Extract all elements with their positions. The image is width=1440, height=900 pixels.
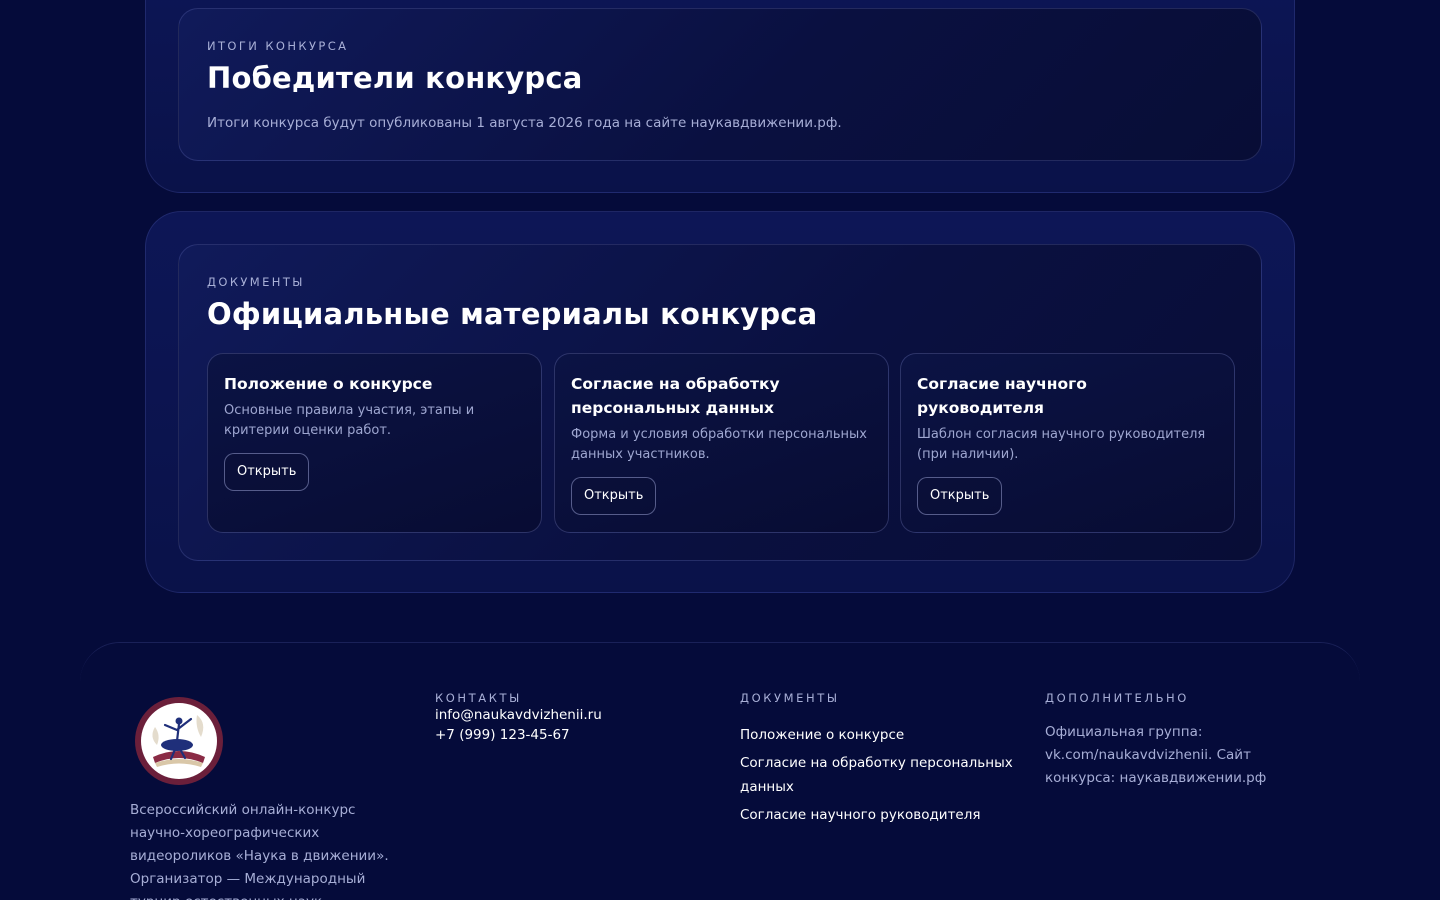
- open-personal-data-button[interactable]: Открыть: [571, 477, 657, 515]
- footer-extra: ДОПОЛНИТЕЛЬНО Официальная группа: vk.com…: [1045, 691, 1325, 790]
- footer-link-supervisor-consent[interactable]: Согласие научного руководителя: [740, 803, 1020, 827]
- document-card-title: Положение о конкурсе: [224, 375, 433, 393]
- footer-documents: ДОКУМЕНТЫ Положение о конкурсе Согласие …: [740, 691, 1020, 827]
- results-section: ИТОГИ КОНКУРСА Победители конкурса Итоги…: [145, 0, 1295, 193]
- results-eyebrow: ИТОГИ КОНКУРСА: [207, 39, 349, 53]
- footer-link-personal-data[interactable]: Согласие на обработку персональных данны…: [740, 751, 1020, 799]
- footer-link-regulations[interactable]: Положение о конкурсе: [740, 723, 1020, 747]
- results-card: ИТОГИ КОНКУРСА Победители конкурса Итоги…: [178, 8, 1262, 161]
- footer-extra-text: Официальная группа: vk.com/naukavdvizhen…: [1045, 724, 1267, 786]
- document-card-personal-data: Согласие на обработку персональных данны…: [554, 353, 889, 533]
- contest-logo: [135, 697, 223, 785]
- documents-eyebrow: ДОКУМЕНТЫ: [207, 275, 305, 289]
- documents-title: Официальные материалы конкурса: [207, 297, 818, 331]
- footer-documents-heading: ДОКУМЕНТЫ: [740, 691, 840, 705]
- open-supervisor-consent-button[interactable]: Открыть: [917, 477, 1003, 515]
- document-card-regulations: Положение о конкурсе Основные правила уч…: [207, 353, 542, 533]
- footer-email-link[interactable]: info@naukavdvizhenii.ru: [435, 705, 715, 725]
- document-cards: Положение о конкурсе Основные правила уч…: [207, 353, 1235, 533]
- results-title: Победители конкурса: [207, 61, 583, 95]
- open-regulations-button[interactable]: Открыть: [224, 453, 310, 491]
- document-card-description: Шаблон согласия научного руководителя (п…: [917, 427, 1206, 462]
- document-card-supervisor-consent: Согласие научного руководителя Шаблон со…: [900, 353, 1235, 533]
- dancer-logo-icon: [141, 703, 217, 779]
- document-card-description: Основные правила участия, этапы и критер…: [224, 403, 475, 438]
- footer-about-text: Всероссийский онлайн-конкурс научно-хоре…: [130, 802, 389, 900]
- site-footer: Всероссийский онлайн-конкурс научно-хоре…: [80, 642, 1360, 900]
- document-card-description: Форма и условия обработки персональных д…: [571, 427, 867, 462]
- documents-card: ДОКУМЕНТЫ Официальные материалы конкурса…: [178, 244, 1262, 561]
- footer-contacts-heading: КОНТАКТЫ: [435, 691, 522, 705]
- document-card-title: Согласие на обработку персональных данны…: [571, 375, 780, 417]
- documents-section: ДОКУМЕНТЫ Официальные материалы конкурса…: [145, 211, 1295, 593]
- results-description: Итоги конкурса будут опубликованы 1 авгу…: [207, 115, 842, 131]
- document-card-title: Согласие научного руководителя: [917, 375, 1087, 417]
- footer-phone-link[interactable]: +7 (999) 123-45-67: [435, 725, 715, 745]
- footer-contacts: КОНТАКТЫ info@naukavdvizhenii.ru +7 (999…: [435, 691, 715, 745]
- footer-extra-heading: ДОПОЛНИТЕЛЬНО: [1045, 691, 1189, 705]
